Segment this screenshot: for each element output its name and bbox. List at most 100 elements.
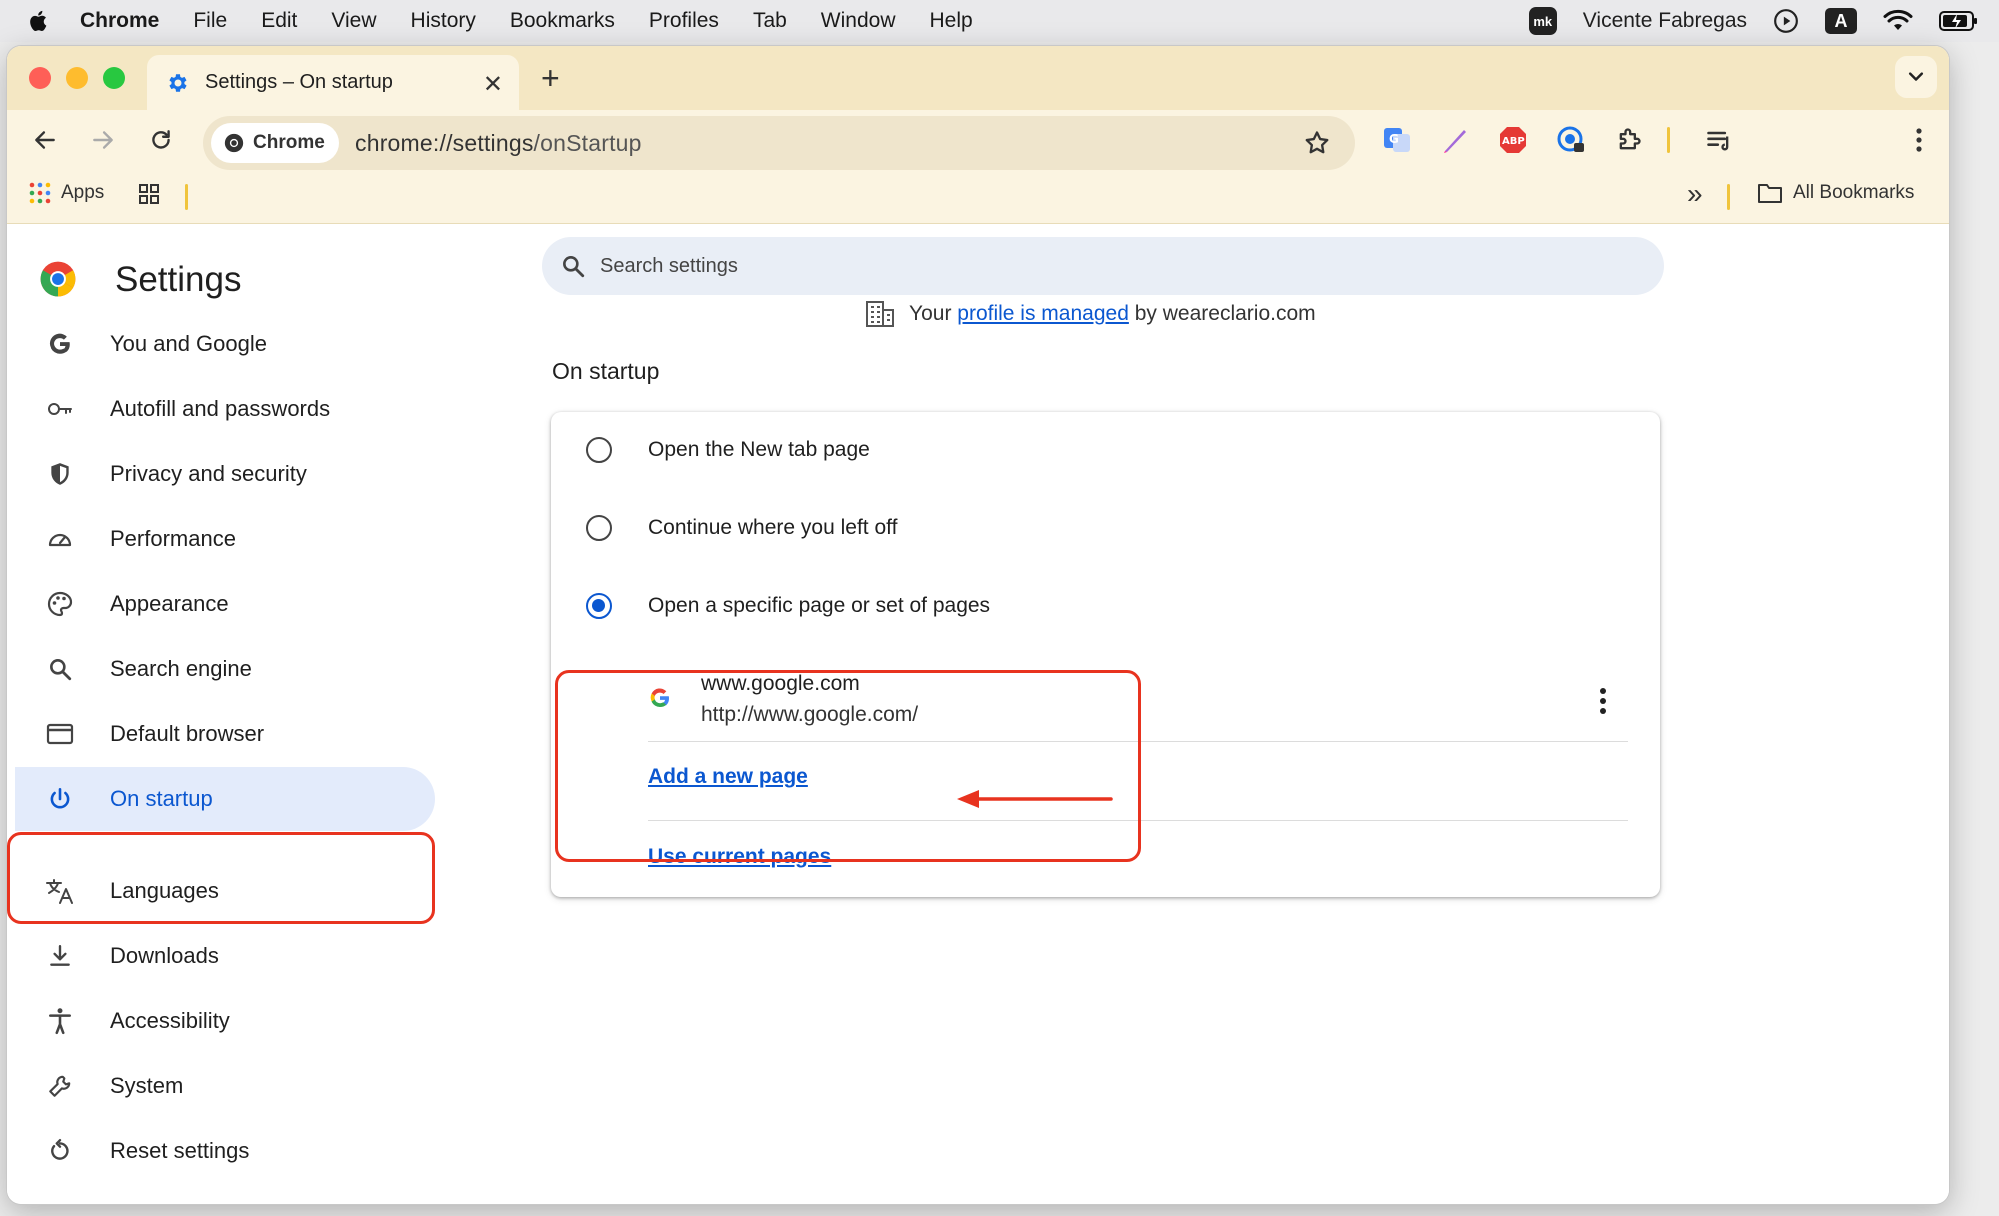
wifi-icon[interactable] (1883, 9, 1913, 33)
battery-icon[interactable] (1939, 10, 1979, 32)
arrow-back-icon (35, 131, 55, 149)
menu-help[interactable]: Help (930, 9, 973, 33)
chrome-menu-button[interactable] (1903, 124, 1935, 156)
more-vert-icon[interactable] (1598, 686, 1608, 716)
sidebar-item-search-engine[interactable]: Search engine (7, 637, 427, 701)
menu-history[interactable]: History (411, 9, 476, 33)
search-settings-field[interactable]: Search settings (542, 237, 1664, 295)
url-text[interactable]: chrome://settings/onStartup (355, 130, 642, 157)
tab-settings-on-startup[interactable]: Settings – On startup ✕ (147, 55, 519, 110)
radio-open-new-tab[interactable]: Open the New tab page (551, 412, 1660, 488)
bookmarks-overflow-chevron-icon[interactable]: » (1687, 178, 1703, 210)
input-source-icon[interactable]: A (1825, 8, 1857, 34)
address-bar[interactable]: Chrome chrome://settings/onStartup (203, 116, 1355, 170)
menu-profiles[interactable]: Profiles (649, 9, 719, 33)
speedometer-icon (45, 524, 75, 554)
menubar-user-name[interactable]: Vicente Fabregas (1583, 9, 1747, 33)
close-window-button[interactable] (29, 67, 51, 89)
abp-glyph: ABP (1500, 127, 1526, 153)
radio-label: Open the New tab page (648, 438, 870, 461)
sidebar-item-performance[interactable]: Performance (7, 507, 427, 571)
mk-status-icon[interactable]: mk (1528, 7, 1557, 35)
google-translate-icon[interactable]: G (1381, 124, 1413, 156)
tab-groups-button[interactable] (137, 182, 161, 206)
bookmarks-separator-right (1727, 184, 1730, 210)
radio-continue-where-left-off[interactable]: Continue where you left off (551, 490, 1660, 566)
folder-icon (1758, 184, 1782, 203)
apps-grid-icon (29, 182, 51, 204)
sidebar-item-label: Privacy and security (110, 461, 307, 486)
sidebar-item-autofill[interactable]: Autofill and passwords (7, 377, 427, 441)
minimize-window-button[interactable] (66, 67, 88, 89)
bookmarks-bar: Apps » All Bookmarks (7, 170, 1949, 224)
power-icon (45, 784, 75, 814)
shield-icon (45, 459, 75, 489)
browser-window-icon (45, 719, 75, 749)
managed-prefix: Your (909, 302, 952, 325)
google-g-icon (45, 329, 75, 359)
close-tab-icon[interactable]: ✕ (483, 70, 503, 99)
sidebar-item-on-startup[interactable]: On startup (15, 767, 435, 831)
zoom-window-button[interactable] (103, 67, 125, 89)
tab-search-button[interactable] (1895, 56, 1937, 98)
search-placeholder: Search settings (600, 254, 738, 277)
forward-button[interactable] (85, 122, 121, 158)
puzzle-glyph (1619, 128, 1641, 150)
radio-button[interactable] (586, 437, 612, 463)
sidebar-item-accessibility[interactable]: Accessibility (7, 989, 427, 1053)
bookmark-star-icon[interactable] (1303, 129, 1331, 157)
menu-tab[interactable]: Tab (753, 9, 787, 33)
reading-list-icon[interactable] (1703, 124, 1735, 156)
play-circle-icon[interactable] (1773, 8, 1799, 34)
pen-icon[interactable] (1439, 124, 1471, 156)
chrome-logo-icon (40, 261, 76, 297)
svg-text:G: G (1389, 132, 1399, 146)
profile-managed-link[interactable]: profile is managed (957, 302, 1129, 325)
radio-button-selected[interactable] (586, 593, 612, 619)
chevron-down-icon (1908, 72, 1924, 81)
sidebar-item-label: Performance (110, 526, 236, 551)
section-title: On startup (552, 358, 660, 384)
menu-bookmarks[interactable]: Bookmarks (510, 9, 615, 33)
reload-button[interactable] (143, 122, 179, 158)
sidebar-item-reset[interactable]: Reset settings (7, 1119, 427, 1183)
annotation-highlight-on-startup (7, 832, 435, 924)
menu-edit[interactable]: Edit (261, 9, 297, 33)
arrow-forward-icon (93, 131, 113, 149)
adblock-plus-icon[interactable]: ABP (1497, 124, 1529, 156)
search-icon (45, 654, 75, 684)
back-button[interactable] (27, 122, 63, 158)
search-icon (563, 256, 585, 278)
sidebar-item-privacy[interactable]: Privacy and security (7, 442, 427, 506)
building-icon (866, 301, 894, 327)
sidebar-item-you-and-google[interactable]: You and Google (7, 312, 427, 376)
site-info-chip[interactable]: Chrome (211, 123, 339, 163)
menu-chrome[interactable]: Chrome (80, 9, 159, 33)
managed-notice: Your profile is managed by weareclario.c… (865, 300, 1316, 328)
radio-button[interactable] (586, 515, 612, 541)
radio-open-specific-pages[interactable]: Open a specific page or set of pages (551, 568, 1660, 644)
bookmark-apps[interactable]: Apps (29, 182, 104, 204)
more-vert-icon (1916, 128, 1922, 152)
all-bookmarks-button[interactable]: All Bookmarks (1757, 182, 1914, 204)
annotation-arrow-icon (957, 790, 1113, 808)
extensions-puzzle-icon[interactable] (1613, 124, 1645, 156)
sidebar-item-system[interactable]: System (7, 1054, 427, 1118)
settings-gear-icon (169, 73, 187, 92)
apple-icon[interactable] (26, 8, 52, 34)
sidebar-item-appearance[interactable]: Appearance (7, 572, 427, 636)
menu-file[interactable]: File (193, 9, 227, 33)
annotation-highlight-specific-pages (555, 670, 1141, 862)
chrome-window: Settings – On startup ✕ + Chrome chrome:… (7, 46, 1949, 1204)
sidebar-item-downloads[interactable]: Downloads (7, 924, 427, 988)
wrench-icon (45, 1071, 75, 1101)
password-manager-icon[interactable] (1555, 124, 1587, 156)
radio-label: Open a specific page or set of pages (648, 594, 991, 617)
menu-view[interactable]: View (331, 9, 376, 33)
menu-window[interactable]: Window (821, 9, 896, 33)
reload-icon (152, 130, 170, 149)
new-tab-button[interactable]: + (541, 60, 560, 97)
bookmarks-separator (185, 184, 188, 210)
sidebar-item-default-browser[interactable]: Default browser (7, 702, 427, 766)
url-host: chrome://settings (355, 130, 534, 156)
